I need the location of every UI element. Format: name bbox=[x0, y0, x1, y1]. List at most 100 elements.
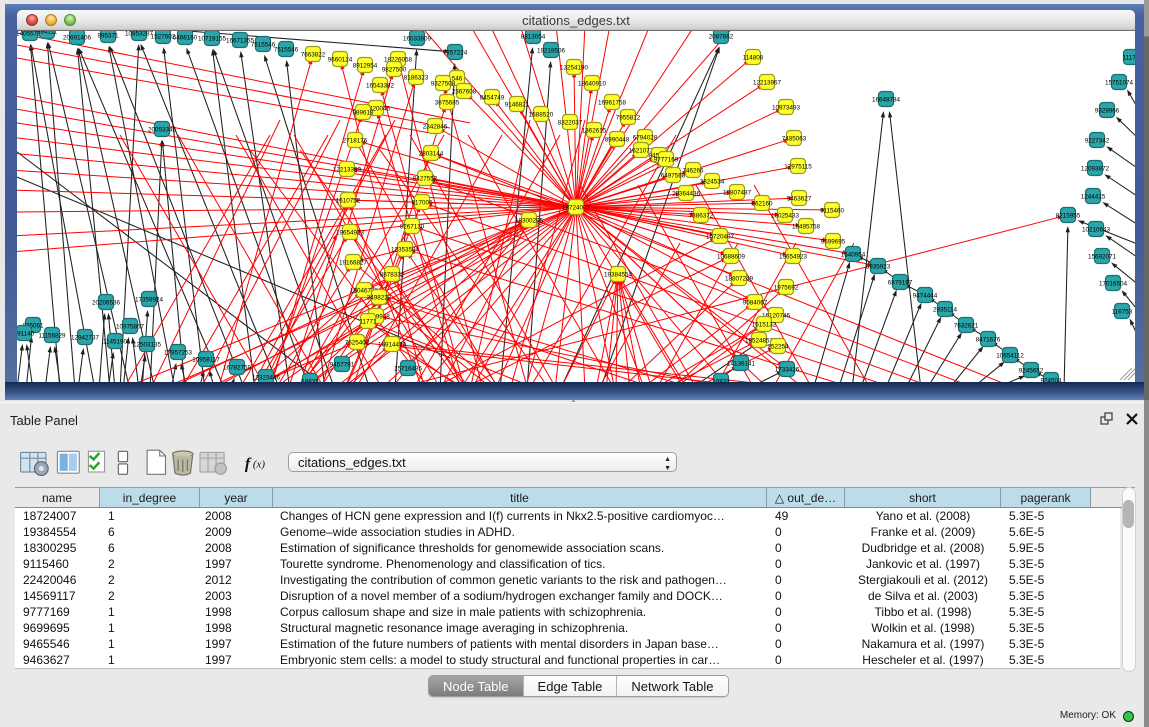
svg-text:1362615: 1362615 bbox=[582, 127, 607, 134]
svg-text:1615132: 1615132 bbox=[752, 321, 777, 328]
svg-text:1244415: 1244415 bbox=[1081, 193, 1106, 200]
svg-text:2935114: 2935114 bbox=[933, 306, 958, 313]
svg-text:10973493: 10973493 bbox=[772, 104, 801, 111]
svg-text:f: f bbox=[245, 456, 252, 473]
svg-text:116753: 116753 bbox=[1112, 308, 1133, 315]
svg-text:2342846: 2342846 bbox=[423, 123, 448, 130]
svg-text:7955812: 7955812 bbox=[616, 114, 641, 121]
svg-text:19654923: 19654923 bbox=[779, 253, 808, 260]
svg-text:7632621: 7632621 bbox=[954, 322, 979, 329]
svg-text:6879197: 6879197 bbox=[888, 279, 913, 286]
svg-text:19654923: 19654923 bbox=[336, 229, 365, 236]
svg-text:114808: 114808 bbox=[743, 54, 764, 61]
svg-text:9777169: 9777169 bbox=[654, 156, 679, 163]
svg-text:16914479: 16914479 bbox=[378, 341, 407, 348]
svg-text:9827500: 9827500 bbox=[382, 66, 407, 73]
svg-text:8912954: 8912954 bbox=[353, 62, 378, 69]
svg-text:9245652: 9245652 bbox=[1019, 367, 1044, 374]
svg-text:17359924: 17359924 bbox=[135, 296, 164, 303]
svg-text:8990448: 8990448 bbox=[605, 136, 630, 143]
svg-text:3875685: 3875685 bbox=[435, 99, 460, 106]
svg-text:15751074: 15751074 bbox=[1105, 79, 1134, 86]
svg-text:12942737: 12942737 bbox=[71, 334, 100, 341]
svg-text:7663822: 7663822 bbox=[301, 51, 326, 58]
svg-text:2367608: 2367608 bbox=[452, 88, 477, 95]
svg-text:20691406: 20691406 bbox=[63, 34, 92, 41]
svg-text:19166827: 19166827 bbox=[339, 259, 368, 266]
svg-text:7515546: 7515546 bbox=[274, 46, 299, 53]
svg-text:8322037: 8322037 bbox=[558, 119, 583, 126]
svg-text:5935923: 5935923 bbox=[866, 263, 891, 270]
svg-text:16543382: 16543382 bbox=[366, 82, 395, 89]
svg-text:16961758: 16961758 bbox=[598, 99, 627, 106]
svg-text:19384554: 19384554 bbox=[604, 271, 633, 278]
svg-text:11771: 11771 bbox=[359, 318, 377, 325]
svg-text:1975692: 1975692 bbox=[774, 284, 799, 291]
svg-text:12213967: 12213967 bbox=[753, 79, 782, 86]
svg-text:20053346: 20053346 bbox=[148, 126, 177, 133]
svg-text:7515546: 7515546 bbox=[251, 41, 276, 48]
svg-text:12353594: 12353594 bbox=[391, 246, 420, 253]
svg-text:12503135: 12503135 bbox=[133, 341, 162, 348]
svg-text:9115460: 9115460 bbox=[820, 207, 845, 214]
svg-text:10688609: 10688609 bbox=[717, 253, 746, 260]
svg-text:10210643: 10210643 bbox=[1082, 226, 1111, 233]
svg-text:8186323: 8186323 bbox=[404, 74, 429, 81]
svg-text:10807487: 10807487 bbox=[723, 189, 752, 196]
svg-text:16033809: 16033809 bbox=[403, 35, 432, 42]
svg-text:20364436: 20364436 bbox=[672, 190, 701, 197]
svg-text:10654112: 10654112 bbox=[996, 352, 1024, 359]
svg-text:995371: 995371 bbox=[97, 32, 119, 39]
svg-text:(x): (x) bbox=[253, 458, 265, 470]
svg-text:11156829: 11156829 bbox=[38, 332, 66, 339]
svg-text:12323446: 12323446 bbox=[252, 374, 281, 381]
svg-text:8454749: 8454749 bbox=[480, 94, 505, 101]
svg-text:394111: 394111 bbox=[37, 31, 58, 35]
svg-text:20206536: 20206536 bbox=[92, 299, 121, 306]
svg-text:9457791: 9457791 bbox=[330, 361, 355, 368]
svg-text:6466160: 6466160 bbox=[173, 34, 198, 41]
svg-text:7625402: 7625402 bbox=[345, 339, 370, 346]
svg-text:8471676: 8471676 bbox=[976, 336, 1001, 343]
svg-text:8215955: 8215955 bbox=[1056, 212, 1081, 219]
svg-text:1588520: 1588520 bbox=[529, 111, 554, 118]
svg-text:15716485: 15716485 bbox=[394, 365, 423, 372]
svg-text:14136141: 14136141 bbox=[727, 360, 756, 367]
svg-text:2087662: 2087662 bbox=[709, 33, 734, 40]
svg-text:12093872: 12093872 bbox=[1081, 165, 1110, 172]
svg-text:8813054: 8813054 bbox=[521, 33, 546, 40]
svg-text:18807249: 18807249 bbox=[725, 275, 754, 282]
svg-text:7386372: 7386372 bbox=[689, 212, 714, 219]
svg-text:9146821: 9146821 bbox=[505, 101, 530, 108]
svg-text:817006: 817006 bbox=[411, 199, 433, 206]
svg-text:3498222: 3498222 bbox=[367, 294, 392, 301]
svg-text:9463627: 9463627 bbox=[787, 195, 812, 202]
svg-text:1733426: 1733426 bbox=[775, 366, 800, 373]
svg-text:1610752: 1610752 bbox=[336, 197, 361, 204]
svg-text:16648784: 16648784 bbox=[872, 96, 901, 103]
svg-text:7485063: 7485063 bbox=[782, 135, 807, 142]
svg-text:8878332: 8878332 bbox=[380, 271, 405, 278]
svg-text:10958117: 10958117 bbox=[192, 356, 220, 363]
svg-text:16782759: 16782759 bbox=[223, 364, 252, 371]
svg-text:9084067: 9084067 bbox=[743, 299, 768, 306]
svg-text:1145190: 1145190 bbox=[103, 338, 128, 345]
svg-text:9699695: 9699695 bbox=[821, 238, 846, 245]
svg-text:3824534: 3824534 bbox=[700, 178, 725, 185]
svg-text:15692071: 15692071 bbox=[1088, 253, 1117, 260]
svg-text:17957253: 17957253 bbox=[164, 349, 193, 356]
svg-text:6794028: 6794028 bbox=[633, 134, 658, 141]
svg-text:8267130: 8267130 bbox=[400, 223, 425, 230]
svg-text:962160: 962160 bbox=[751, 200, 773, 207]
svg-text:7357224: 7357224 bbox=[443, 49, 468, 56]
svg-text:17016504: 17016504 bbox=[1099, 280, 1128, 287]
svg-text:391140: 391140 bbox=[17, 330, 35, 337]
svg-text:12213369: 12213369 bbox=[333, 166, 362, 173]
svg-text:18300295: 18300295 bbox=[515, 217, 544, 224]
svg-text:2718176: 2718176 bbox=[343, 137, 368, 144]
svg-text:12975115: 12975115 bbox=[784, 163, 812, 170]
svg-text:746266: 746266 bbox=[682, 167, 704, 174]
svg-text:9474444: 9474444 bbox=[913, 292, 938, 299]
svg-text:10719155: 10719155 bbox=[198, 35, 227, 42]
svg-text:15720407: 15720407 bbox=[706, 233, 735, 240]
